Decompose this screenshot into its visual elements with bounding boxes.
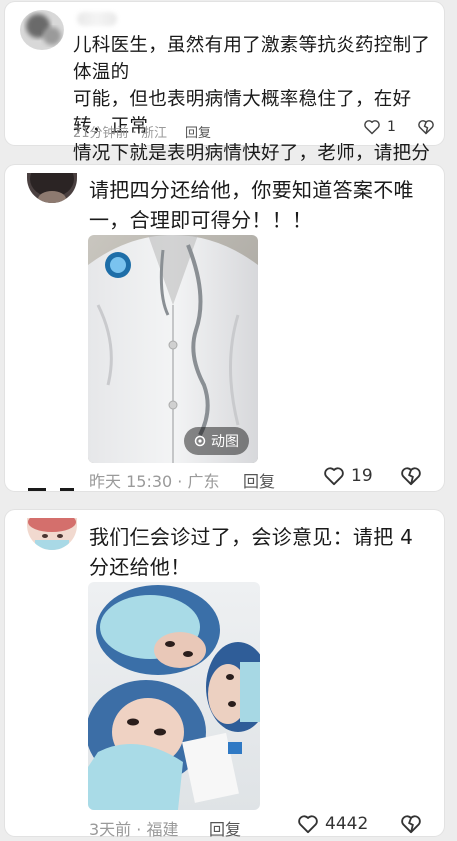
like-count: 4442 <box>325 814 369 834</box>
comment-card-3: 我们仨会诊过了，会诊意见：请把 4 分还给他！ 3天前 · 福建 回复 4442 <box>5 510 444 839</box>
comment-text-line: 儿科医生，虽然有用了激素等抗炎药控制了体温的 <box>73 35 431 83</box>
comment-time-location: 21分钟前 · 浙江 <box>73 126 167 141</box>
gif-label: 动图 <box>211 434 239 450</box>
like-button[interactable]: 1 <box>363 119 396 135</box>
comment-card-1: 儿科医生，虽然有用了激素等抗炎药控制了体温的 可能，但也表明病情大概率稳住了，在… <box>5 2 444 218</box>
heart-outline-icon <box>364 120 380 135</box>
broken-heart-icon <box>418 120 434 135</box>
like-button[interactable]: 19 <box>323 466 373 486</box>
comment-text: 请把四分还给他，你要知道答案不唯 一，合理即可得分！！！ <box>89 175 429 235</box>
dislike-button[interactable] <box>400 466 422 490</box>
comment-image-doctor-coat[interactable]: 动图 <box>88 235 258 463</box>
broken-heart-icon <box>401 467 421 486</box>
comment-text: 我们仨会诊过了，会诊意见：请把 4 分还给他！ <box>89 522 429 582</box>
comment-text-line: 分还给他！ <box>89 555 191 579</box>
comment-text-line: 请把四分还给他，你要知道答案不唯 <box>89 178 414 202</box>
comment-image-three-doctors[interactable] <box>88 582 260 810</box>
avatar[interactable] <box>27 173 77 203</box>
gif-badge: 动图 <box>184 427 249 455</box>
like-count: 1 <box>387 119 396 135</box>
gif-ring-icon <box>194 435 206 447</box>
reply-button[interactable]: 回复 <box>209 816 241 840</box>
comment-card-2: 请把四分还给他，你要知道答案不唯 一，合理即可得分！！！ 动图 昨天 15:30… <box>5 165 444 491</box>
comment-time-location: 3天前 · 福建 <box>89 820 179 839</box>
like-button[interactable]: 4442 <box>297 814 368 834</box>
divider-mark <box>60 488 74 491</box>
username-redacted <box>77 12 117 26</box>
avatar[interactable] <box>27 518 77 550</box>
comment-time-location: 昨天 15:30 · 广东 <box>89 472 220 491</box>
heart-outline-icon <box>324 467 344 486</box>
like-count: 19 <box>351 466 373 486</box>
comment-text-line: 我们仨会诊过了，会诊意见：请把 4 <box>89 525 414 549</box>
broken-heart-icon <box>401 815 421 834</box>
avatar[interactable] <box>20 10 64 50</box>
dislike-button[interactable] <box>400 814 422 838</box>
reply-button[interactable]: 回复 <box>185 122 211 141</box>
reply-button[interactable]: 回复 <box>243 468 275 492</box>
comment-text-line: 一，合理即可得分！！！ <box>89 208 313 232</box>
divider-mark <box>28 488 46 491</box>
dislike-button[interactable] <box>417 119 435 139</box>
heart-outline-icon <box>298 815 318 834</box>
